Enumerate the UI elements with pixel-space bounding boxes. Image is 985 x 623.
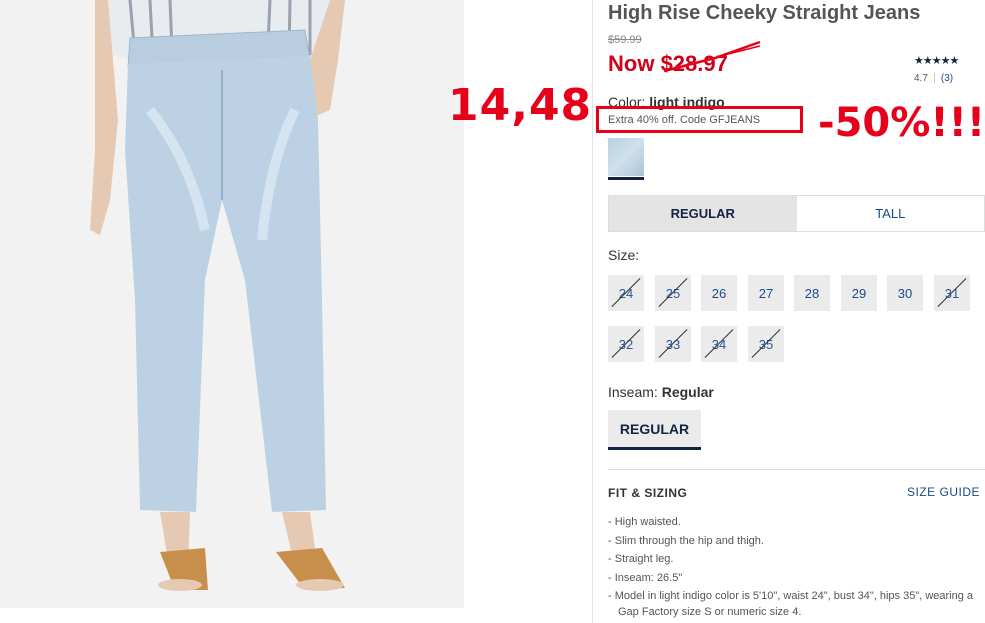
color-swatch-light-indigo[interactable] [608, 138, 644, 176]
size-option[interactable]: 35 [748, 326, 784, 362]
size-option[interactable]: 31 [934, 275, 970, 311]
inseam-regular-button[interactable]: REGULAR [608, 410, 701, 450]
size-option[interactable]: 25 [655, 275, 691, 311]
rating-summary[interactable]: 4.7 (3) [914, 73, 953, 84]
product-image[interactable] [0, 0, 464, 608]
size-option[interactable]: 26 [701, 275, 737, 311]
size-option[interactable]: 34 [701, 326, 737, 362]
size-option[interactable]: 30 [887, 275, 923, 311]
tab-tall[interactable]: TALL [796, 196, 984, 231]
original-price: $59.99 [608, 34, 642, 46]
size-label: Size: [608, 247, 640, 263]
fit-tabs: REGULAR TALL [608, 195, 985, 232]
list-item: Model in light indigo color is 5'10", wa… [608, 587, 978, 620]
list-item: Inseam: 26.5" [608, 569, 978, 588]
fit-sizing-heading[interactable]: FIT & SIZING [608, 486, 687, 500]
rating-separator [933, 73, 935, 84]
inseam-value: Regular [661, 384, 714, 400]
inseam-label-text: Inseam: [608, 384, 658, 400]
rating-stars[interactable]: ★★★★★ [914, 54, 959, 67]
promo-highlight-box [596, 106, 803, 133]
annotation-price-note: 14,48 [448, 80, 593, 131]
annotation-percent-note: -50%!!! [818, 100, 985, 146]
price-strike-annotation [663, 40, 761, 73]
size-option[interactable]: 33 [655, 326, 691, 362]
tab-regular[interactable]: REGULAR [609, 196, 797, 231]
swatch-selected-indicator [608, 177, 644, 180]
size-option[interactable]: 27 [748, 275, 784, 311]
size-option[interactable]: 29 [841, 275, 877, 311]
rating-value: 4.7 [914, 73, 928, 84]
inseam-label: Inseam: Regular [608, 384, 714, 400]
list-item: Straight leg. [608, 550, 978, 569]
list-item: Slim through the hip and thigh. [608, 532, 978, 551]
jeans-illustration [90, 0, 345, 591]
size-guide-link[interactable]: SIZE GUIDE [907, 485, 980, 499]
product-title: High Rise Cheeky Straight Jeans [608, 2, 921, 24]
section-divider [608, 469, 985, 470]
size-option[interactable]: 24 [608, 275, 644, 311]
size-option[interactable]: 32 [608, 326, 644, 362]
sale-price-prefix: Now [608, 51, 661, 76]
fit-details-list: High waisted. Slim through the hip and t… [608, 513, 978, 620]
size-option[interactable]: 28 [794, 275, 830, 311]
review-count[interactable]: (3) [941, 73, 953, 84]
list-item: High waisted. [608, 513, 978, 532]
